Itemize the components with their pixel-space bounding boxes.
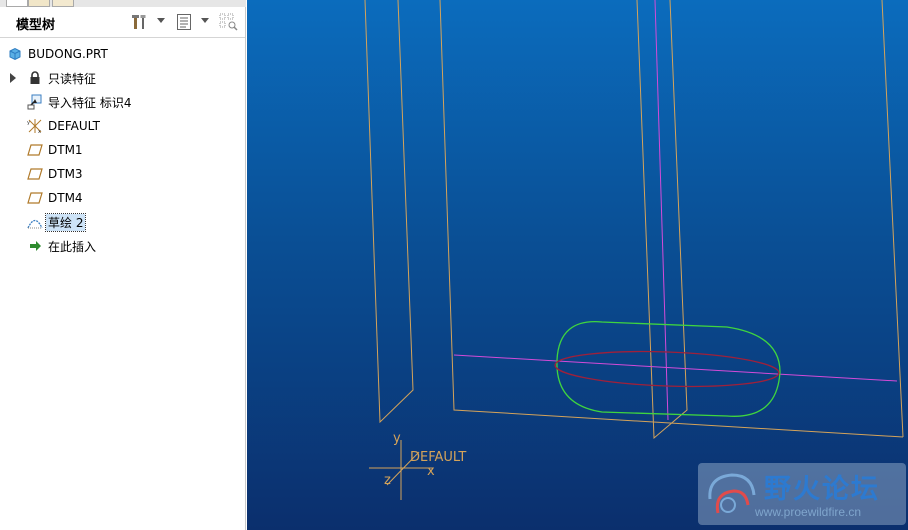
model-tree-header: 模型树 (0, 8, 245, 38)
settings-tools-icon[interactable] (130, 12, 150, 32)
datum-plane-icon (27, 166, 43, 182)
tree-item-default-csys[interactable]: y x DEFAULT (0, 115, 245, 137)
svg-text:x: x (38, 129, 41, 134)
show-dropdown-chevron-icon[interactable] (201, 18, 209, 23)
datum-plane-icon (27, 142, 43, 158)
axis-vertical (654, 0, 669, 421)
model-tree-title: 模型树 (16, 18, 56, 33)
sketch-slot-green (556, 321, 781, 417)
tree-item-label: DTM4 (48, 191, 83, 205)
tab-favorites[interactable] (52, 0, 74, 7)
tree-item-label: 草绘 2 (44, 212, 87, 232)
csys-axis-y-label: y (393, 431, 401, 446)
tree-item-dtm4[interactable]: DTM4 (0, 187, 245, 209)
datum-axes (453, 0, 898, 421)
tree-item-dtm1[interactable]: DTM1 (0, 139, 245, 161)
tree-item-insert-here[interactable]: 在此插入 (0, 235, 245, 257)
tree-item-read-only-features[interactable]: 只读特征 (0, 67, 245, 89)
panel-tab-strip (0, 0, 246, 7)
watermark-url: www.proewildfire.cn (755, 505, 862, 519)
csys-triad (369, 440, 433, 500)
csys-axis-x-label: x (427, 464, 435, 479)
tree-item-label: 在此插入 (48, 239, 97, 254)
tab-folder-browser[interactable] (28, 0, 50, 7)
watermark-logo-icon (708, 473, 756, 514)
datum-plane-icon (27, 190, 43, 206)
csys-axis-z-label: z (384, 473, 391, 488)
tree-item-label: DEFAULT (48, 119, 100, 133)
lock-icon (27, 70, 43, 86)
tree-item-label: DTM1 (48, 143, 83, 157)
tree-item-sketch-2[interactable]: 草绘 2 (0, 211, 245, 233)
tree-item-label: BUDONG.PRT (28, 47, 108, 61)
show-list-icon[interactable] (174, 12, 194, 32)
sketch-icon (27, 214, 43, 230)
datum-plane-left (364, 0, 414, 424)
datum-plane-right-edge (881, 0, 904, 438)
tab-model-tree[interactable] (6, 0, 28, 7)
model-tree-panel: 模型树 BUDONG.PRT 只读特征 导入特征 标识4 y x DEFAULT… (0, 0, 246, 530)
tree-item-part[interactable]: BUDONG.PRT (0, 43, 245, 65)
tree-item-import-feature[interactable]: 导入特征 标识4 (0, 91, 245, 113)
insert-here-arrow-icon (27, 238, 43, 254)
axis-horizontal (453, 354, 898, 382)
forum-watermark: 野火论坛 www.proewildfire.cn (698, 463, 906, 525)
tree-filter-icon[interactable] (219, 12, 239, 32)
tree-item-label: DTM3 (48, 167, 83, 181)
tree-item-label: 导入特征 标识4 (48, 95, 132, 110)
tree-item-label: 只读特征 (48, 71, 97, 86)
import-feature-icon (27, 94, 43, 110)
tree-item-dtm3[interactable]: DTM3 (0, 163, 245, 185)
datum-plane-outlines (364, 0, 904, 440)
watermark-title: 野火论坛 (764, 474, 880, 505)
svg-text:y: y (27, 120, 30, 126)
csys-icon: y x (27, 118, 43, 134)
settings-dropdown-chevron-icon[interactable] (157, 18, 165, 23)
viewport-geometry (364, 0, 904, 500)
part-icon (7, 46, 23, 62)
graphics-viewport[interactable]: y x z DEFAULT (247, 0, 908, 530)
datum-plane-back (439, 0, 904, 438)
csys-default-label: DEFAULT (410, 450, 467, 465)
expand-arrow-icon[interactable] (10, 73, 16, 83)
